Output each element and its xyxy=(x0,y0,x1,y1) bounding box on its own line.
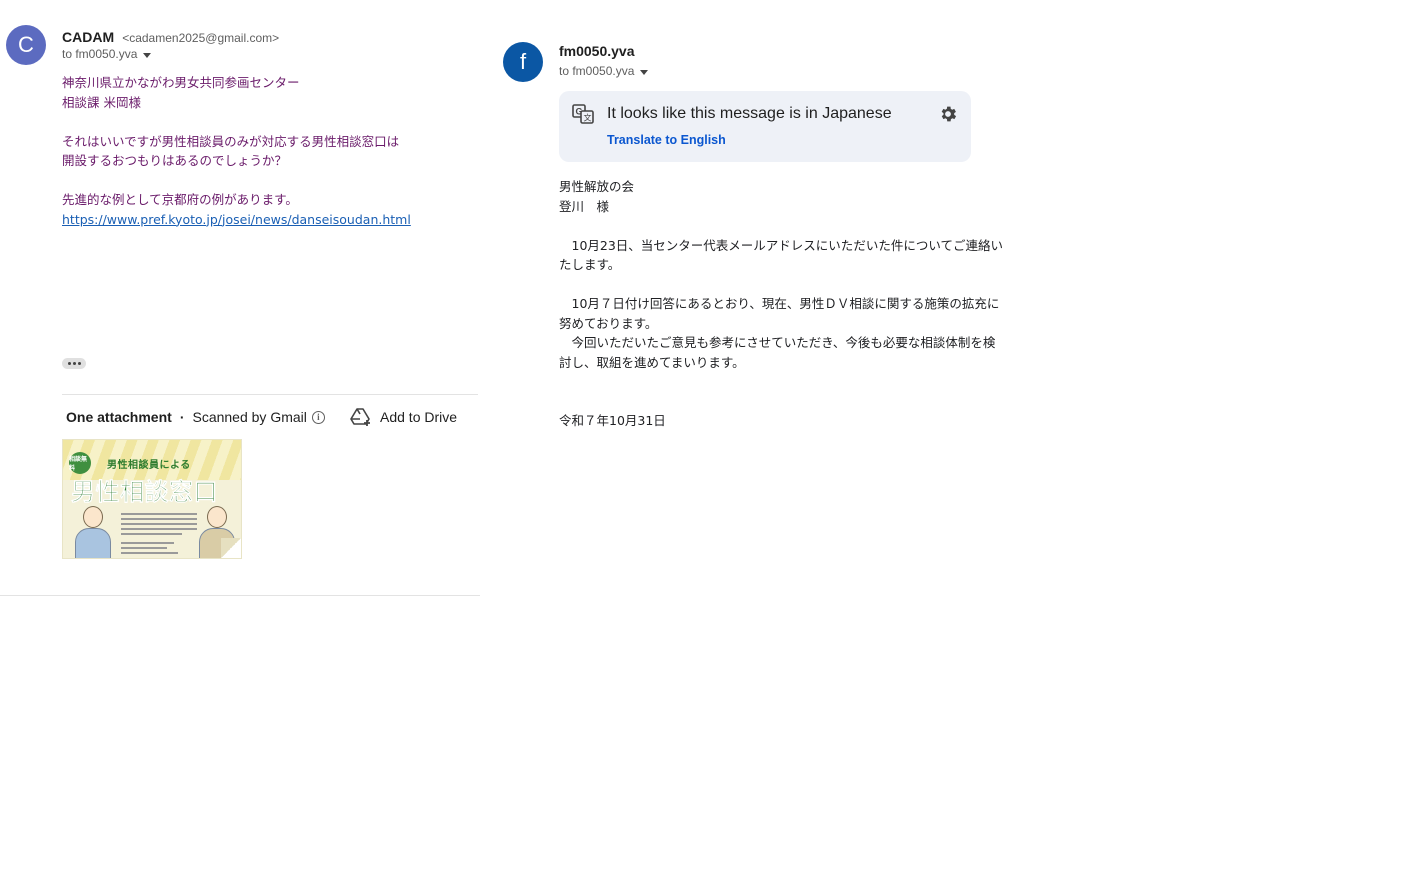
message-body: 神奈川県立かながわ男女共同参画センター 相談課 米岡様 それはいいですが男性相談… xyxy=(62,73,472,229)
svg-text:文: 文 xyxy=(584,113,592,123)
translate-message: It looks like this message is in Japanes… xyxy=(607,105,892,122)
translate-banner: G 文 It looks like this message is in Jap… xyxy=(559,91,971,162)
body-line: 神奈川県立かながわ男女共同参画センター xyxy=(62,75,300,90)
attachment-header: One attachment · Scanned by Gmail i xyxy=(66,406,325,428)
add-to-drive-button[interactable]: Add to Drive xyxy=(350,404,457,430)
recipient-dropdown[interactable]: to fm0050.yva xyxy=(559,64,649,78)
person-head xyxy=(83,506,103,528)
add-to-drive-label: Add to Drive xyxy=(380,409,458,425)
page-fold xyxy=(221,538,241,558)
attachment-thumbnail[interactable]: 相談無料 男性相談員による 男性相談窓口 xyxy=(62,439,242,559)
body-line xyxy=(62,171,472,191)
person-head xyxy=(207,506,227,528)
attachment-divider xyxy=(62,394,478,395)
ellipsis-dot xyxy=(77,362,81,365)
body-line xyxy=(559,392,1029,412)
recipient-label: to fm0050.yva xyxy=(559,64,635,78)
message-date: 令和７年10月31日 xyxy=(559,413,666,428)
sender-name[interactable]: fm0050.yva xyxy=(559,43,635,59)
kyoto-link[interactable]: https://www.pref.kyoto.jp/josei/news/dan… xyxy=(62,212,411,227)
sender-email: <cadamen2025@gmail.com> xyxy=(122,31,280,45)
separator-dot: · xyxy=(179,409,185,425)
body-line: 10月23日、当センター代表メールアドレスにいただいた件についてご連絡い xyxy=(559,237,1003,253)
body-line xyxy=(559,216,1029,236)
chevron-down-icon[interactable] xyxy=(143,52,152,58)
body-line: 開設するおつもりはあるのでしょうか？ xyxy=(62,153,288,168)
body-line: 相談課 米岡様 xyxy=(62,94,141,110)
sender-avatar[interactable]: C xyxy=(6,25,46,65)
person-illustration xyxy=(75,506,111,558)
body-line: 先進的な例として京都府の例があります。 xyxy=(62,192,298,207)
info-icon[interactable]: i xyxy=(311,410,325,424)
message-body: 男性解放の会 登川 様 10月23日、当センター代表メールアドレスにいただいた件… xyxy=(559,177,1029,431)
ellipsis-dot xyxy=(72,362,76,365)
thumbnail-badge: 相談無料 xyxy=(69,452,91,474)
sender-name[interactable]: CADAM xyxy=(62,29,114,45)
body-line: 10月７日付け回答にあるとおり、現在、男性ＤＶ相談に関する施策の拡充に xyxy=(559,296,1000,311)
translate-icon: G 文 xyxy=(572,104,594,124)
body-line: 男性解放の会 xyxy=(559,179,635,194)
translate-to-english-link[interactable]: Translate to English xyxy=(607,133,726,147)
body-line: 討し、取組を進めてまいります。 xyxy=(559,354,745,370)
ellipsis-dot xyxy=(67,362,71,365)
recipient-dropdown[interactable]: to fm0050.yva xyxy=(62,47,152,61)
body-line xyxy=(559,275,1029,295)
attachment-count: One attachment xyxy=(66,409,172,425)
scanned-by-gmail-label: Scanned by Gmail xyxy=(192,409,307,425)
thumbnail-subtitle: 男性相談員による xyxy=(107,460,191,471)
body-line: それはいいですが男性相談員のみが対応する男性相談窓口は xyxy=(62,133,400,149)
thumbnail-title: 男性相談窓口 xyxy=(71,478,218,507)
thumbnail-text-block xyxy=(121,510,197,557)
show-trimmed-content-button[interactable] xyxy=(62,358,86,369)
body-line xyxy=(559,372,1029,392)
body-line: たします。 xyxy=(559,257,621,272)
body-line: 登川 様 xyxy=(559,198,610,214)
body-line xyxy=(62,112,472,132)
body-line: 今回いただいたご意見も参考にさせていただき、今後も必要な相談体制を検 xyxy=(559,335,996,350)
sender-avatar[interactable]: f xyxy=(503,42,543,82)
drive-add-icon xyxy=(350,408,370,426)
body-line: 努めております。 xyxy=(559,315,658,331)
chevron-down-icon[interactable] xyxy=(640,69,649,75)
person-torso xyxy=(75,528,111,558)
left-message-pane: C CADAM <cadamen2025@gmail.com> to fm005… xyxy=(0,0,480,596)
sender-line: CADAM <cadamen2025@gmail.com> xyxy=(62,27,279,46)
gear-icon[interactable] xyxy=(938,104,958,124)
recipient-label: to fm0050.yva xyxy=(62,47,138,61)
